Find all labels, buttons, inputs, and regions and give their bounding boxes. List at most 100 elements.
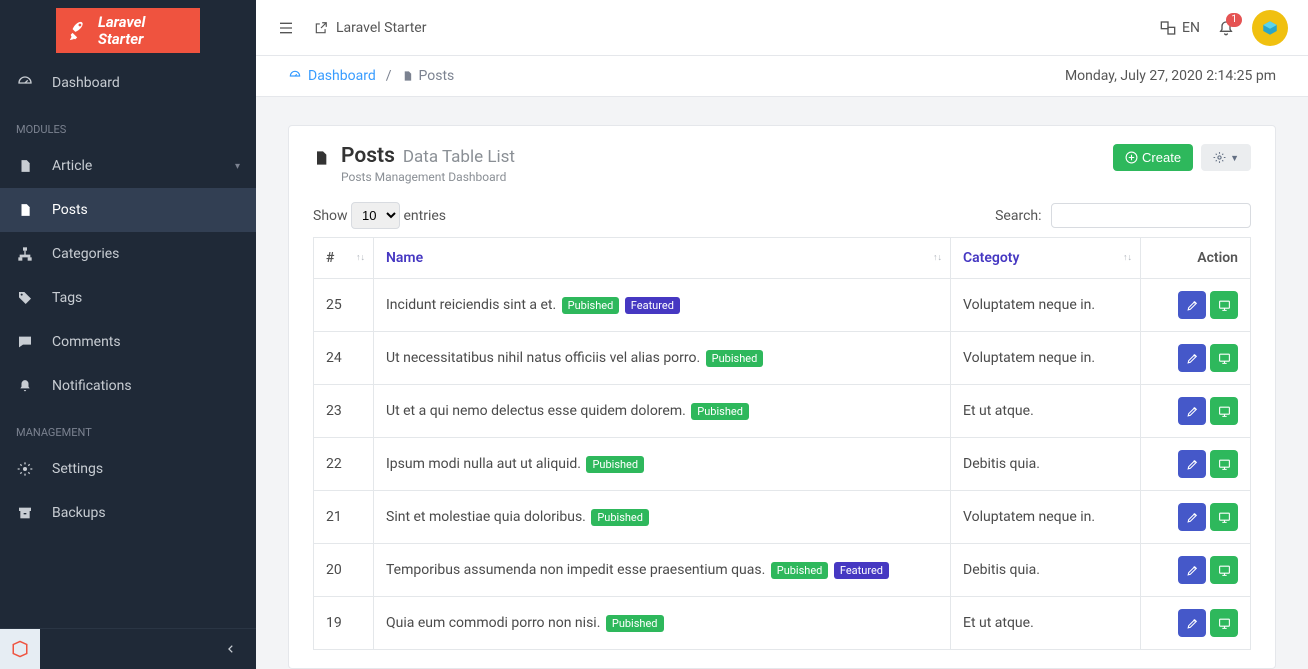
row-edit-button[interactable] bbox=[1178, 397, 1206, 425]
sort-arrows-icon: ↑↓ bbox=[1123, 255, 1132, 261]
cell-action bbox=[1141, 332, 1251, 385]
page-title: Posts bbox=[341, 144, 395, 168]
language-switcher[interactable]: EN bbox=[1160, 20, 1200, 36]
breadcrumb-root[interactable]: Dashboard bbox=[288, 68, 376, 84]
row-view-button[interactable] bbox=[1210, 556, 1238, 584]
row-view-button[interactable] bbox=[1210, 397, 1238, 425]
section-header-management: MANAGEMENT bbox=[0, 408, 256, 447]
cell-name: Temporibus assumenda non impedit esse pr… bbox=[374, 544, 951, 597]
row-view-button[interactable] bbox=[1210, 344, 1238, 372]
col-category[interactable]: Categoty ↑↓ bbox=[951, 238, 1141, 279]
status-badge-published: Pubished bbox=[706, 350, 764, 367]
sidebar: Laravel Starter Dashboard MODULES Articl… bbox=[0, 0, 256, 669]
row-edit-button[interactable] bbox=[1178, 291, 1206, 319]
cell-name: Ut necessitatibus nihil natus officiis v… bbox=[374, 332, 951, 385]
sort-arrows-icon: ↑↓ bbox=[933, 255, 942, 261]
settings-dropdown-button[interactable]: ▼ bbox=[1201, 144, 1251, 171]
external-link-icon bbox=[314, 21, 328, 35]
row-edit-button[interactable] bbox=[1178, 556, 1206, 584]
row-view-button[interactable] bbox=[1210, 503, 1238, 531]
footer-logo-tile[interactable] bbox=[0, 629, 40, 669]
create-button[interactable]: Create bbox=[1113, 144, 1193, 171]
hamburger-icon[interactable] bbox=[276, 20, 296, 36]
row-view-button[interactable] bbox=[1210, 450, 1238, 478]
page-description: Posts Management Dashboard bbox=[341, 170, 515, 184]
cell-id: 23 bbox=[314, 385, 374, 438]
table-row: 20Temporibus assumenda non impedit esse … bbox=[314, 544, 1251, 597]
col-name[interactable]: Name ↑↓ bbox=[374, 238, 951, 279]
cell-category: Voluptatem neque in. bbox=[951, 332, 1141, 385]
breadcrumb-current: Posts bbox=[402, 68, 455, 84]
cell-category: Debitis quia. bbox=[951, 438, 1141, 491]
row-view-button[interactable] bbox=[1210, 291, 1238, 319]
cell-action bbox=[1141, 438, 1251, 491]
breadcrumb-bar: Dashboard / Posts Monday, July 27, 2020 … bbox=[256, 56, 1308, 97]
status-badge-published: Pubished bbox=[691, 403, 749, 420]
breadcrumb: Dashboard / Posts bbox=[288, 68, 454, 84]
cell-category: Voluptatem neque in. bbox=[951, 279, 1141, 332]
search-input[interactable] bbox=[1051, 203, 1251, 228]
gear-icon bbox=[1213, 151, 1226, 164]
chevron-left-icon bbox=[226, 642, 236, 656]
notifications-button[interactable]: 1 bbox=[1218, 19, 1234, 37]
sidebar-item-categories[interactable]: Categories bbox=[0, 232, 256, 276]
row-edit-button[interactable] bbox=[1178, 450, 1206, 478]
sidebar-item-comments[interactable]: Comments bbox=[0, 320, 256, 364]
collapse-sidebar-button[interactable] bbox=[40, 629, 256, 669]
status-badge-featured: Featured bbox=[834, 562, 889, 579]
rocket-icon bbox=[68, 20, 90, 42]
gears-icon bbox=[16, 461, 34, 477]
cell-category: Debitis quia. bbox=[951, 544, 1141, 597]
cell-category: Et ut atque. bbox=[951, 597, 1141, 650]
page-subtitle: Data Table List bbox=[403, 147, 515, 167]
file-icon bbox=[16, 202, 34, 218]
row-edit-button[interactable] bbox=[1178, 344, 1206, 372]
plus-circle-icon bbox=[1125, 151, 1138, 164]
status-badge-published: Pubished bbox=[562, 297, 620, 314]
nav-label: Posts bbox=[52, 202, 88, 218]
bell-icon bbox=[16, 378, 34, 394]
nav-label: Dashboard bbox=[52, 75, 120, 91]
topbar: Laravel Starter EN 1 bbox=[256, 0, 1308, 56]
row-view-button[interactable] bbox=[1210, 609, 1238, 637]
nav-label: Backups bbox=[52, 505, 106, 521]
chevron-down-icon: ▾ bbox=[235, 161, 240, 172]
file-icon bbox=[16, 158, 34, 174]
comment-icon bbox=[16, 334, 34, 350]
col-id[interactable]: # ↑↓ bbox=[314, 238, 374, 279]
table-row: 24Ut necessitatibus nihil natus officiis… bbox=[314, 332, 1251, 385]
sitemap-icon bbox=[16, 246, 34, 262]
posts-table: # ↑↓ Name ↑↓ Categoty ↑↓ bbox=[313, 237, 1251, 650]
table-row: 21Sint et molestiae quia doloribus. Pubi… bbox=[314, 491, 1251, 544]
status-badge-published: Pubished bbox=[771, 562, 829, 579]
file-icon bbox=[313, 148, 329, 168]
brand-logo[interactable]: Laravel Starter bbox=[56, 8, 200, 53]
sidebar-item-tags[interactable]: Tags bbox=[0, 276, 256, 320]
sidebar-item-article[interactable]: Article ▾ bbox=[0, 144, 256, 188]
sort-arrows-icon: ↑↓ bbox=[356, 255, 365, 261]
sidebar-item-notifications[interactable]: Notifications bbox=[0, 364, 256, 408]
row-edit-button[interactable] bbox=[1178, 609, 1206, 637]
nav-label: Article bbox=[52, 158, 92, 174]
cell-id: 20 bbox=[314, 544, 374, 597]
speedometer-icon bbox=[16, 75, 34, 91]
row-edit-button[interactable] bbox=[1178, 503, 1206, 531]
cell-id: 25 bbox=[314, 279, 374, 332]
sidebar-item-posts[interactable]: Posts bbox=[0, 188, 256, 232]
status-badge-published: Pubished bbox=[606, 615, 664, 632]
table-row: 23Ut et a qui nemo delectus esse quidem … bbox=[314, 385, 1251, 438]
cell-id: 24 bbox=[314, 332, 374, 385]
entries-select[interactable]: 10 bbox=[351, 202, 400, 229]
section-header-modules: MODULES bbox=[0, 105, 256, 144]
sidebar-item-dashboard[interactable]: Dashboard bbox=[0, 61, 256, 105]
avatar[interactable] bbox=[1252, 10, 1288, 46]
nav-label: Categories bbox=[52, 246, 119, 262]
nav-label: Tags bbox=[52, 290, 82, 306]
app-external-link[interactable]: Laravel Starter bbox=[314, 20, 426, 36]
cell-name: Ut et a qui nemo delectus esse quidem do… bbox=[374, 385, 951, 438]
breadcrumb-sep: / bbox=[386, 68, 392, 84]
cell-action bbox=[1141, 544, 1251, 597]
sidebar-item-backups[interactable]: Backups bbox=[0, 491, 256, 535]
nav-label: Notifications bbox=[52, 378, 132, 394]
sidebar-item-settings[interactable]: Settings bbox=[0, 447, 256, 491]
